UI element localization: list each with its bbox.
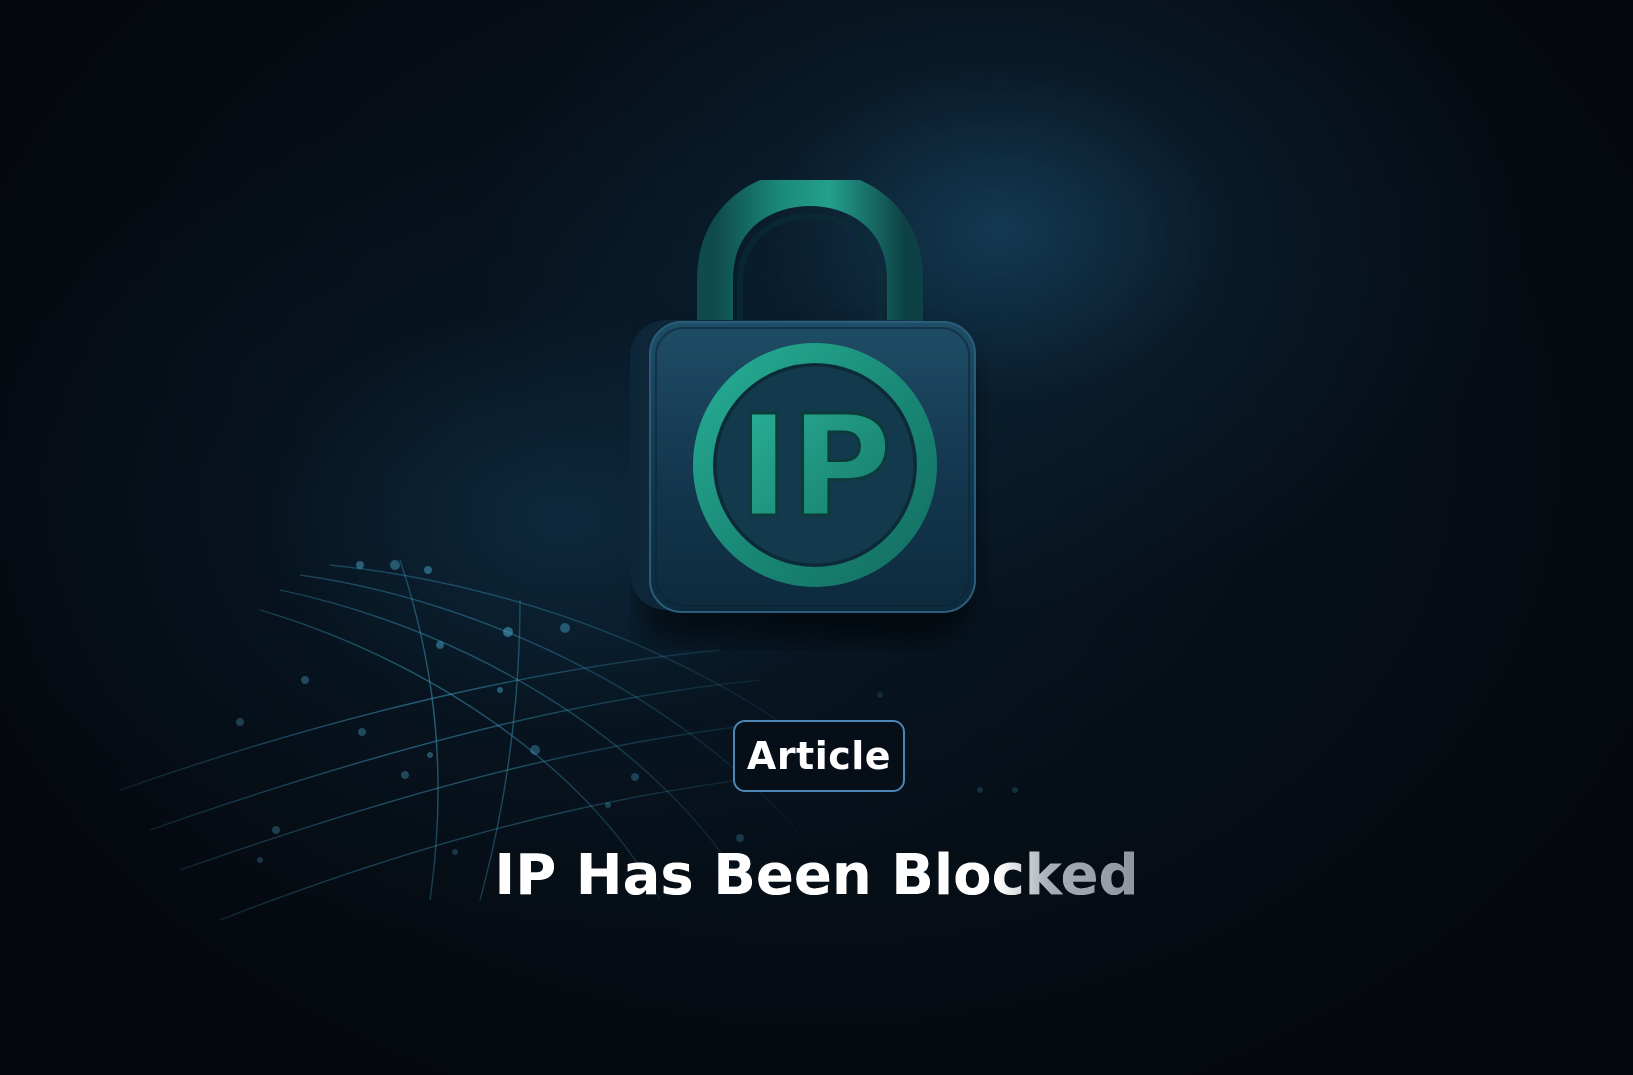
page-title-text: IP Has Been Blocked — [494, 840, 1138, 912]
padlock-icon: IP — [630, 180, 976, 640]
category-badge[interactable]: Article — [733, 720, 905, 792]
page-title: IP Has Been Blocked — [0, 840, 1633, 912]
lock-emblem-text: IP — [738, 386, 893, 549]
article-cover: IP Article IP Has Been Blocked — [0, 0, 1633, 1075]
category-badge-label: Article — [746, 734, 892, 778]
